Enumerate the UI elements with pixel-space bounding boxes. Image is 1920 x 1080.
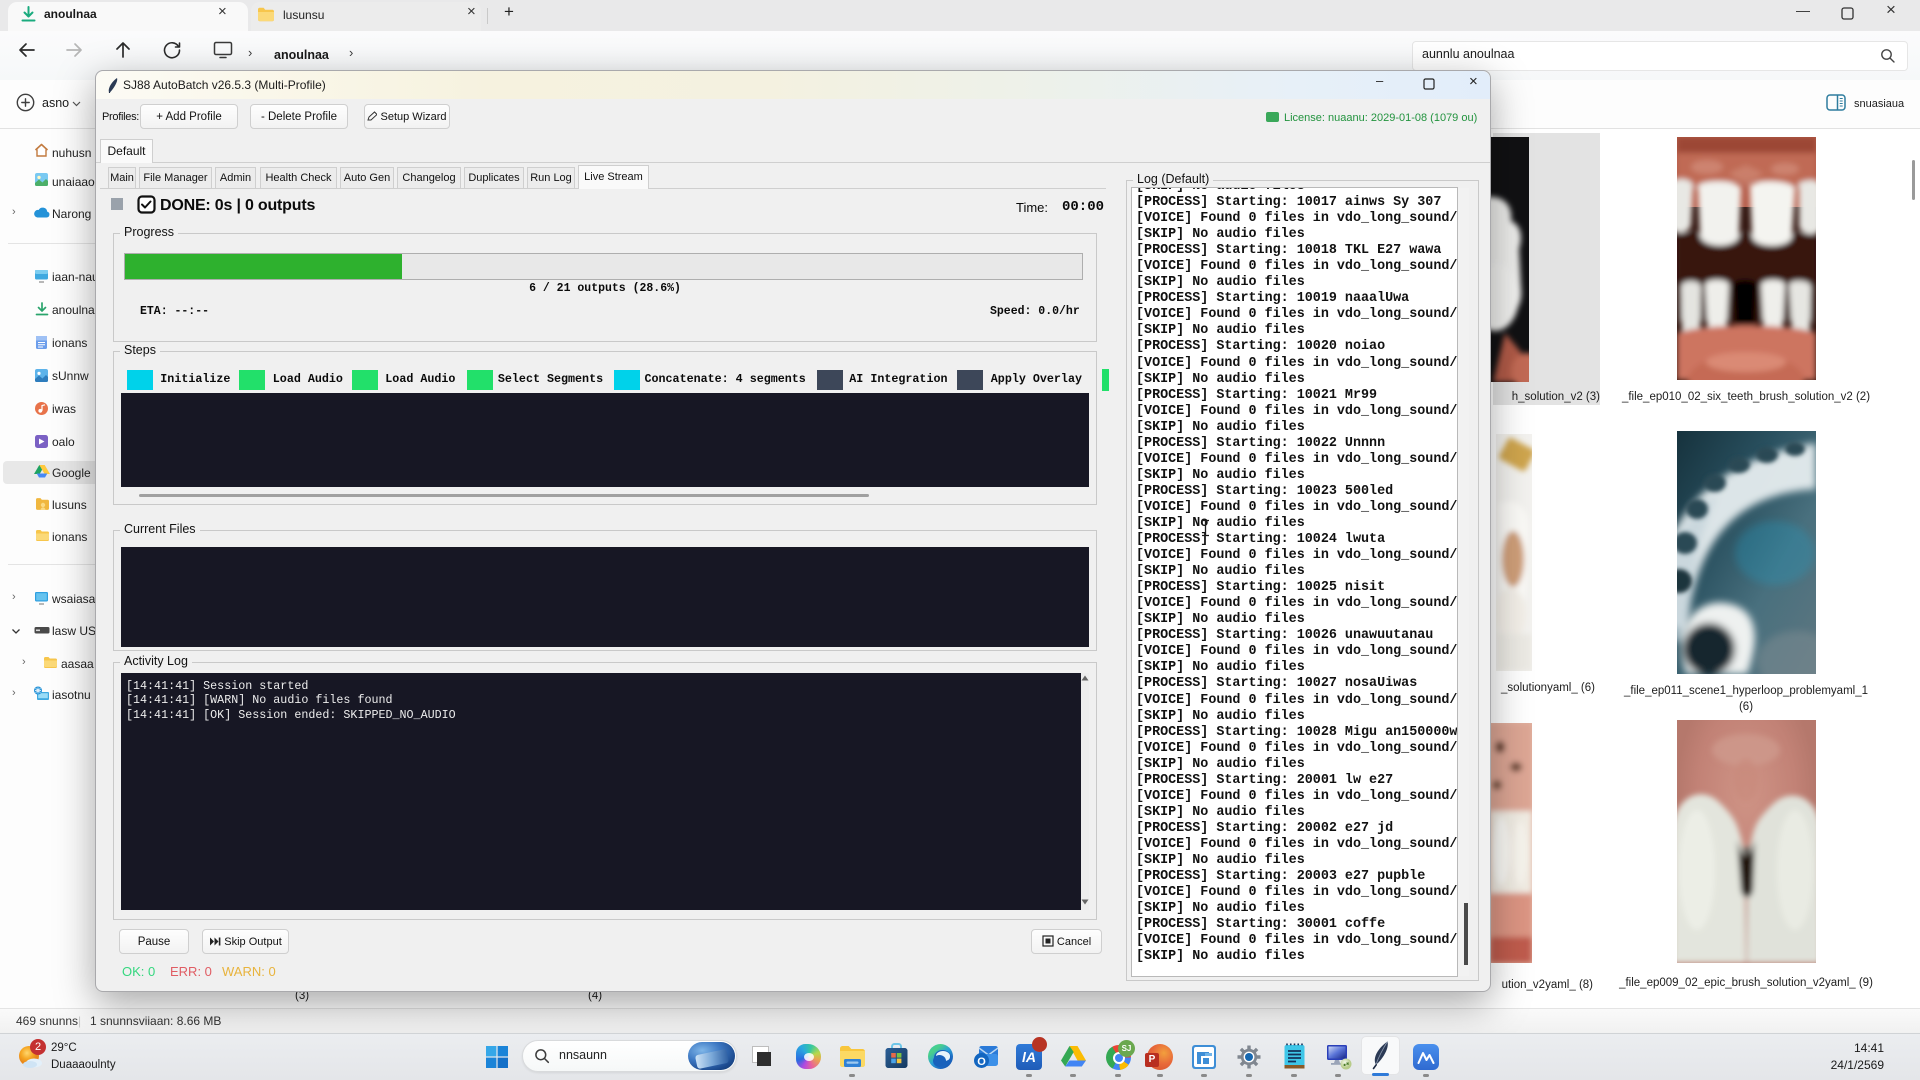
svg-text:O: O bbox=[977, 1056, 986, 1068]
